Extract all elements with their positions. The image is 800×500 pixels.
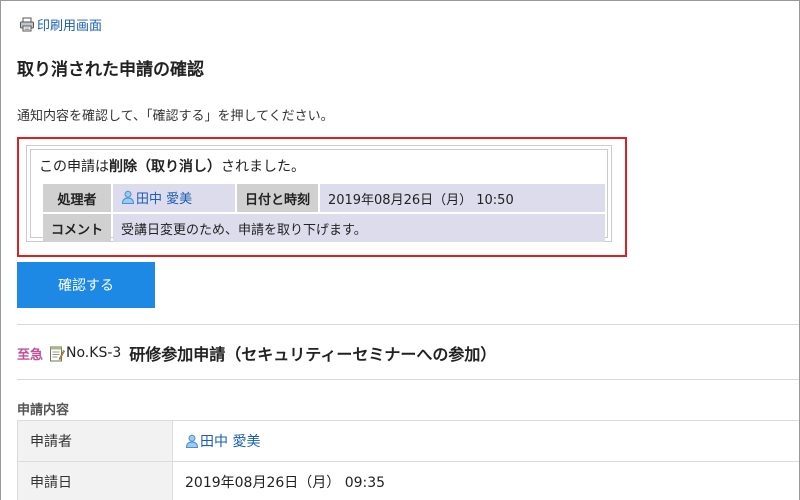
priority-badge: 至急 [17, 347, 44, 363]
application-date-value: 2019年08月26日（月） 09:35 [172, 461, 799, 500]
app-frame: 印刷用画面 取り消された申請の確認 通知内容を確認して、「確認する」を押してくだ… [0, 0, 800, 500]
request-content-section-label: 申請内容 [17, 403, 70, 418]
detail-row-application-date: 申請日 2019年08月26日（月） 09:35 [17, 461, 799, 500]
handler-label: 処理者 [43, 184, 112, 212]
applicant-name[interactable]: 田中 愛美 [200, 431, 260, 451]
notice-message-suffix: されました。 [221, 159, 305, 175]
handler-user-link[interactable]: 田中 愛美 [121, 188, 192, 207]
printer-icon [20, 17, 34, 31]
handler-value: 田中 愛美 [113, 184, 235, 212]
application-date-label: 申請日 [17, 461, 173, 500]
comment-value: 受講日変更のため、申請を取り下げます。 [113, 214, 605, 242]
notice-row-comment: コメント 受講日変更のため、申請を取り下げます。 [43, 214, 605, 242]
user-icon [122, 191, 135, 205]
confirm-button[interactable]: 確認する [17, 262, 155, 308]
request-number: No.KS-3 [66, 345, 122, 361]
datetime-label: 日付と時刻 [236, 184, 318, 212]
notice-row-handler: 処理者 田中 愛美 日付と時刻 2019年08月26日（月） 10:50 [43, 184, 605, 212]
cancel-notice-message: この申請は削除（取り消し）されました。 [39, 158, 305, 176]
request-detail-table: 申請者 田中 愛美 申請日 2019年08月26日（月） 09:35 [17, 420, 799, 500]
datetime-value: 2019年08月26日（月） 10:50 [319, 184, 605, 212]
form-document-icon [50, 346, 65, 361]
cancel-notice-box: この申請は削除（取り消し）されました。 処理者 田中 愛美 日付と時刻 2019… [17, 137, 627, 257]
comment-label: コメント [43, 214, 112, 242]
applicant-label: 申請者 [17, 420, 173, 462]
user-icon [185, 434, 199, 448]
cancel-notice-table: 処理者 田中 愛美 日付と時刻 2019年08月26日（月） 10:50 コメン… [41, 182, 607, 244]
applicant-user-link[interactable]: 田中 愛美 [185, 431, 260, 451]
print-view-link[interactable]: 印刷用画面 [19, 15, 102, 34]
notice-message-bold: 削除（取り消し） [109, 159, 221, 175]
handler-name[interactable]: 田中 愛美 [136, 188, 192, 207]
section-divider [17, 324, 799, 325]
applicant-value: 田中 愛美 [172, 420, 799, 462]
request-title-row: 至急 No.KS-3 研修参加申請（セキュリティーセミナーへの参加） [17, 342, 496, 364]
page-title: 取り消された申請の確認 [17, 60, 204, 80]
instruction-text: 通知内容を確認して、「確認する」を押してください。 [17, 109, 334, 124]
request-title: 研修参加申請（セキュリティーセミナーへの参加） [129, 345, 497, 364]
request-title-divider [17, 379, 799, 380]
notice-message-prefix: この申請は [39, 159, 109, 175]
print-view-label[interactable]: 印刷用画面 [37, 15, 102, 34]
detail-row-applicant: 申請者 田中 愛美 [17, 420, 799, 462]
cancel-notice-frame: この申請は削除（取り消し）されました。 処理者 田中 愛美 日付と時刻 2019… [26, 145, 612, 242]
cancel-notice-inner: この申請は削除（取り消し）されました。 処理者 田中 愛美 日付と時刻 2019… [30, 149, 608, 242]
